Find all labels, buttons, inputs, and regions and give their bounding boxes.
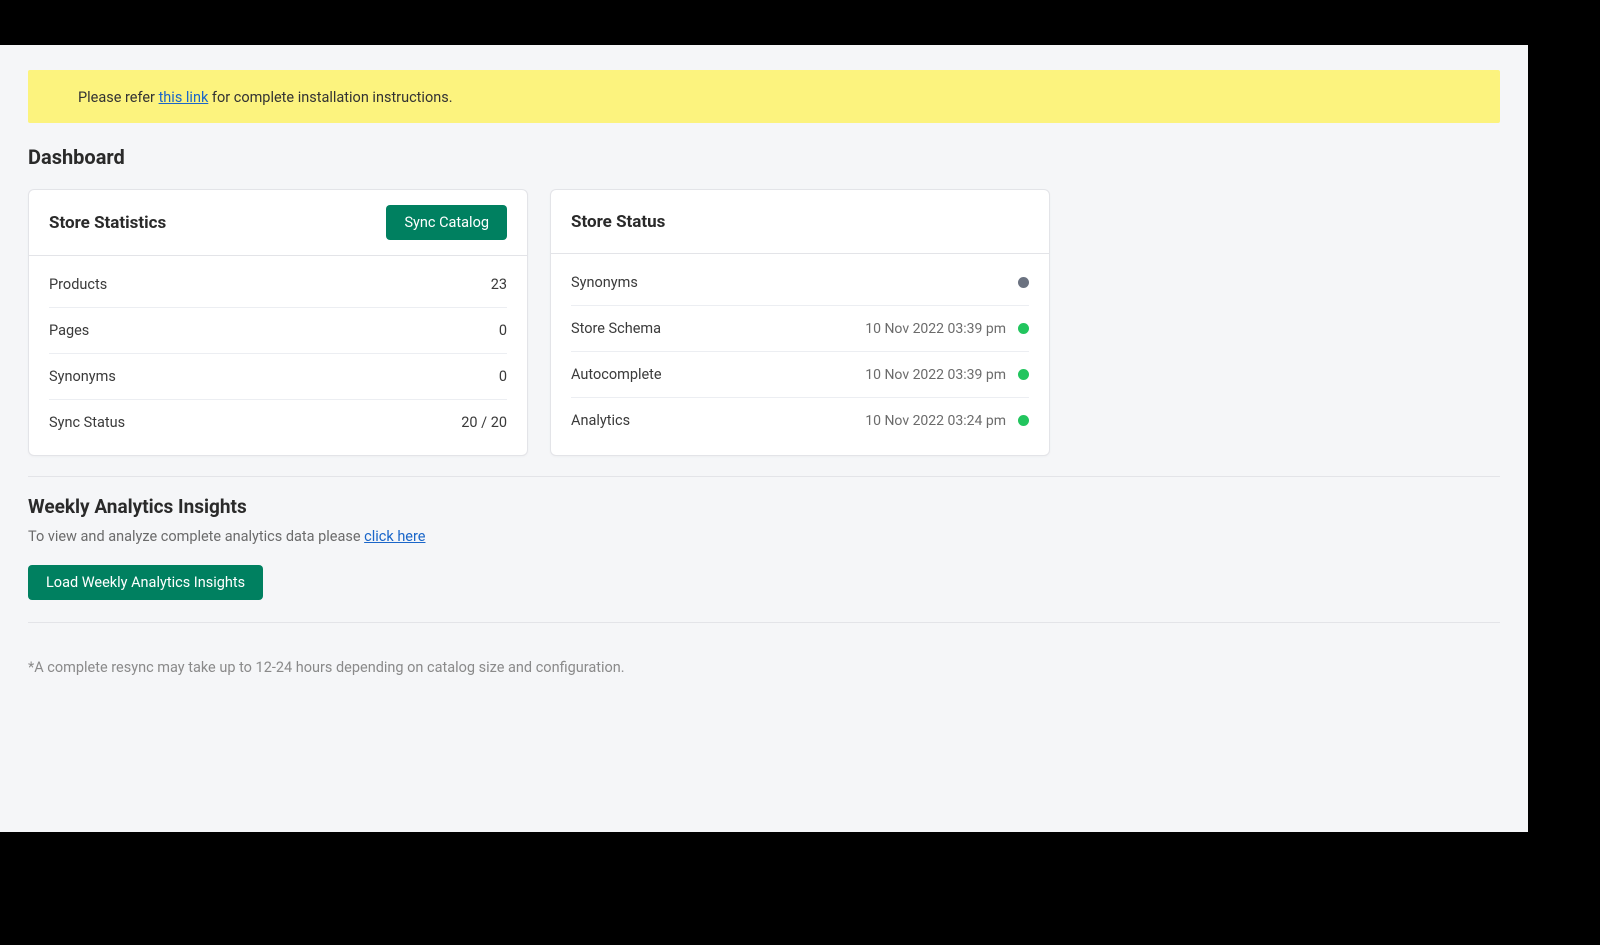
stat-value: 0 <box>499 322 507 339</box>
stat-row: Pages 0 <box>49 308 507 354</box>
store-status-header: Store Status <box>551 190 1049 254</box>
status-time: 10 Nov 2022 03:39 pm <box>865 321 1006 337</box>
status-time: 10 Nov 2022 03:39 pm <box>865 367 1006 383</box>
store-statistics-header: Store Statistics Sync Catalog <box>29 190 527 256</box>
install-alert-banner: Please refer this link for complete inst… <box>28 70 1500 123</box>
alert-suffix-text: for complete installation instructions. <box>208 89 452 106</box>
status-label: Autocomplete <box>571 366 662 383</box>
alert-install-link[interactable]: this link <box>159 89 209 106</box>
stat-value: 0 <box>499 368 507 385</box>
status-label: Store Schema <box>571 320 661 337</box>
stat-row: Synonyms 0 <box>49 354 507 400</box>
status-right: 10 Nov 2022 03:39 pm <box>865 321 1029 337</box>
footnote-text: *A complete resync may take up to 12-24 … <box>28 641 1500 676</box>
status-right <box>1006 277 1029 288</box>
status-row: Analytics 10 Nov 2022 03:24 pm <box>571 398 1029 443</box>
stat-row: Sync Status 20 / 20 <box>49 400 507 445</box>
store-statistics-title: Store Statistics <box>49 213 166 233</box>
analytics-subtext: To view and analyze complete analytics d… <box>28 528 1500 545</box>
stat-label: Synonyms <box>49 368 116 385</box>
section-divider <box>28 476 1500 477</box>
analytics-sub-prefix: To view and analyze complete analytics d… <box>28 528 364 545</box>
analytics-click-here-link[interactable]: click here <box>364 528 425 545</box>
status-dot-icon <box>1018 323 1029 334</box>
status-dot-icon <box>1018 369 1029 380</box>
app-viewport: Please refer this link for complete inst… <box>0 45 1528 832</box>
status-dot-icon <box>1018 277 1029 288</box>
status-dot-icon <box>1018 415 1029 426</box>
status-row: Autocomplete 10 Nov 2022 03:39 pm <box>571 352 1029 398</box>
stat-value: 20 / 20 <box>461 414 507 431</box>
status-right: 10 Nov 2022 03:39 pm <box>865 367 1029 383</box>
stat-label: Sync Status <box>49 414 125 431</box>
stat-label: Pages <box>49 322 89 339</box>
store-status-title: Store Status <box>571 212 665 232</box>
cards-row: Store Statistics Sync Catalog Products 2… <box>28 189 1500 456</box>
content-area: Please refer this link for complete inst… <box>0 45 1528 676</box>
store-statistics-body: Products 23 Pages 0 Synonyms 0 Sync Stat… <box>29 256 527 455</box>
sync-catalog-button[interactable]: Sync Catalog <box>386 205 507 240</box>
status-right: 10 Nov 2022 03:24 pm <box>865 413 1029 429</box>
alert-prefix-text: Please refer <box>78 89 159 106</box>
load-weekly-analytics-button[interactable]: Load Weekly Analytics Insights <box>28 565 263 600</box>
status-label: Synonyms <box>571 274 638 291</box>
status-time: 10 Nov 2022 03:24 pm <box>865 413 1006 429</box>
stat-row: Products 23 <box>49 262 507 308</box>
status-label: Analytics <box>571 412 630 429</box>
store-status-card: Store Status Synonyms Store Schema 10 No… <box>550 189 1050 456</box>
status-row: Store Schema 10 Nov 2022 03:39 pm <box>571 306 1029 352</box>
store-statistics-card: Store Statistics Sync Catalog Products 2… <box>28 189 528 456</box>
status-row: Synonyms <box>571 260 1029 306</box>
stat-value: 23 <box>491 276 507 293</box>
store-status-body: Synonyms Store Schema 10 Nov 2022 03:39 … <box>551 254 1049 453</box>
stat-label: Products <box>49 276 107 293</box>
load-button-wrap: Load Weekly Analytics Insights <box>28 565 1500 600</box>
analytics-section-title: Weekly Analytics Insights <box>28 495 1500 518</box>
section-divider <box>28 622 1500 623</box>
page-title: Dashboard <box>28 145 1500 169</box>
